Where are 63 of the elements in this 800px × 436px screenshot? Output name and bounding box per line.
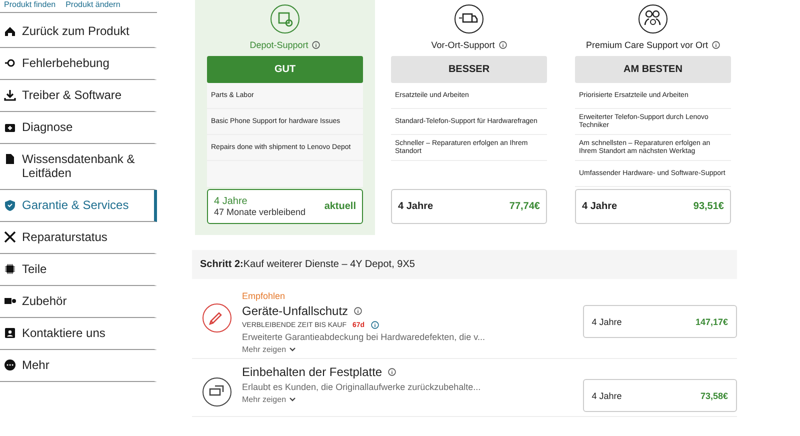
service-title: Geräte-Unfallschutz — [242, 304, 348, 318]
service-description: Erweiterte Garantieabdeckung bei Hardwaredefekten, die v... — [242, 332, 486, 342]
info-icon[interactable] — [712, 41, 720, 49]
price-label: 93,51€ — [693, 201, 724, 212]
term-label: 4 Jahre — [582, 201, 618, 212]
chevron-down-icon — [289, 397, 296, 402]
sidebar-item[interactable]: Wissensdatenbank & Leitfäden — [0, 144, 157, 190]
info-icon[interactable] — [312, 41, 320, 49]
top-link[interactable]: Produkt finden — [4, 0, 56, 12]
plan-name: Premium Care Support vor Ort — [586, 40, 708, 50]
truck-icon — [454, 4, 484, 34]
price-label: 73,58€ — [700, 390, 728, 400]
plan-name: Vor-Ort-Support — [431, 40, 495, 50]
service-title: Einbehalten der Festplatte — [242, 365, 382, 379]
sidebar-item[interactable]: Teile — [0, 254, 157, 286]
house-icon — [4, 25, 16, 37]
more-icon — [4, 359, 16, 371]
sidebar-item[interactable]: Zubehör — [0, 286, 157, 318]
contact-icon — [4, 327, 16, 339]
price-option[interactable]: 4 Jahre 77,74€ — [391, 189, 547, 224]
price-option[interactable]: 4 Jahre 73,58€ — [582, 379, 737, 412]
remaining-label: 47 Monate verbleibend — [214, 207, 306, 217]
kit-icon — [4, 121, 16, 133]
sidebar-item[interactable]: Kontaktiere uns — [0, 318, 157, 350]
sidebar-item[interactable]: Mehr — [0, 350, 157, 382]
drive-icon — [202, 377, 232, 407]
show-more-link[interactable]: Mehr zeigen — [242, 345, 296, 354]
people-icon — [638, 4, 668, 34]
info-icon[interactable] — [354, 307, 362, 315]
price-label: 77,74€ — [509, 201, 540, 212]
price-option[interactable]: 4 Jahre 147,17€ — [582, 305, 737, 338]
recommended-label: Empfohlen — [242, 291, 286, 301]
service-description: Erlaubt es Kunden, die Originallaufwerke zurückzubehalte... — [242, 382, 482, 392]
top-link[interactable]: Produkt ändern — [66, 0, 120, 12]
sidebar-item[interactable]: Zurück zum Produkt — [0, 16, 157, 48]
chevron-down-icon — [289, 347, 296, 352]
download-icon — [4, 89, 16, 101]
info-icon[interactable] — [370, 321, 379, 329]
sidebar-item[interactable]: Garantie & Services — [0, 190, 157, 222]
step-header: Schritt 2:Kauf weiterer Dienste – 4Y Depot, 9X5 — [192, 250, 737, 279]
shield-icon — [4, 199, 16, 211]
info-icon[interactable] — [388, 368, 396, 376]
term-label: 4 Jahre — [214, 196, 248, 207]
price-option[interactable]: 4 Jahre 93,51€ — [575, 189, 731, 224]
document-icon — [4, 153, 16, 165]
status-label: aktuell — [324, 201, 356, 212]
sidebar-item[interactable]: Reparaturstatus — [0, 222, 157, 254]
tier-button[interactable]: GUT — [207, 56, 363, 83]
pencil-icon — [202, 303, 232, 333]
term-label: 4 Jahre — [398, 201, 434, 212]
sidebar-item[interactable]: Diagnose — [0, 112, 157, 144]
sidebar-item[interactable]: Treiber & Software — [0, 80, 157, 112]
price-option[interactable]: 4 Jahre 47 Monate verbleibend aktuell — [207, 189, 363, 224]
term-label: 4 Jahre — [592, 390, 622, 400]
sidebar-item[interactable]: Fehlerbehebung — [0, 48, 157, 80]
price-label: 147,17€ — [695, 316, 728, 326]
term-label: 4 Jahre — [592, 316, 622, 326]
tier-button[interactable]: BESSER — [391, 56, 547, 83]
show-more-link[interactable]: Mehr zeigen — [242, 395, 296, 404]
info-icon[interactable] — [498, 41, 507, 49]
tier-button[interactable]: AM BESTEN — [575, 56, 731, 83]
plan-name: Depot-Support — [250, 40, 308, 50]
chip-icon — [4, 263, 16, 275]
